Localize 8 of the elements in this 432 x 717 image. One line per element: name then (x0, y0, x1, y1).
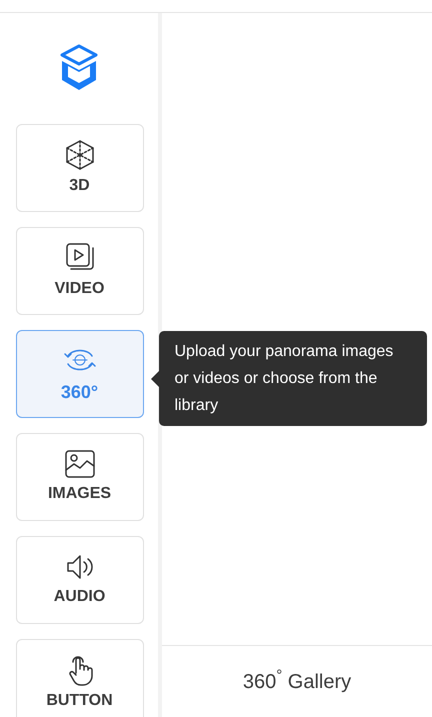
sidebar-item[interactable]: AUDIO (16, 536, 144, 624)
tooltip-text: Upload your panorama images or videos or choose from the library (174, 343, 394, 414)
gallery-title: 360$^{°}$ Gallery (242, 666, 352, 694)
sidebar-item[interactable]: 3D (16, 124, 144, 212)
sidebar-item[interactable]: BUTTON (16, 639, 144, 717)
sidebar-item[interactable]: VIDEO (16, 227, 144, 315)
sidebar-item[interactable]: IMAGES (16, 433, 144, 521)
image-icon (62, 448, 96, 480)
